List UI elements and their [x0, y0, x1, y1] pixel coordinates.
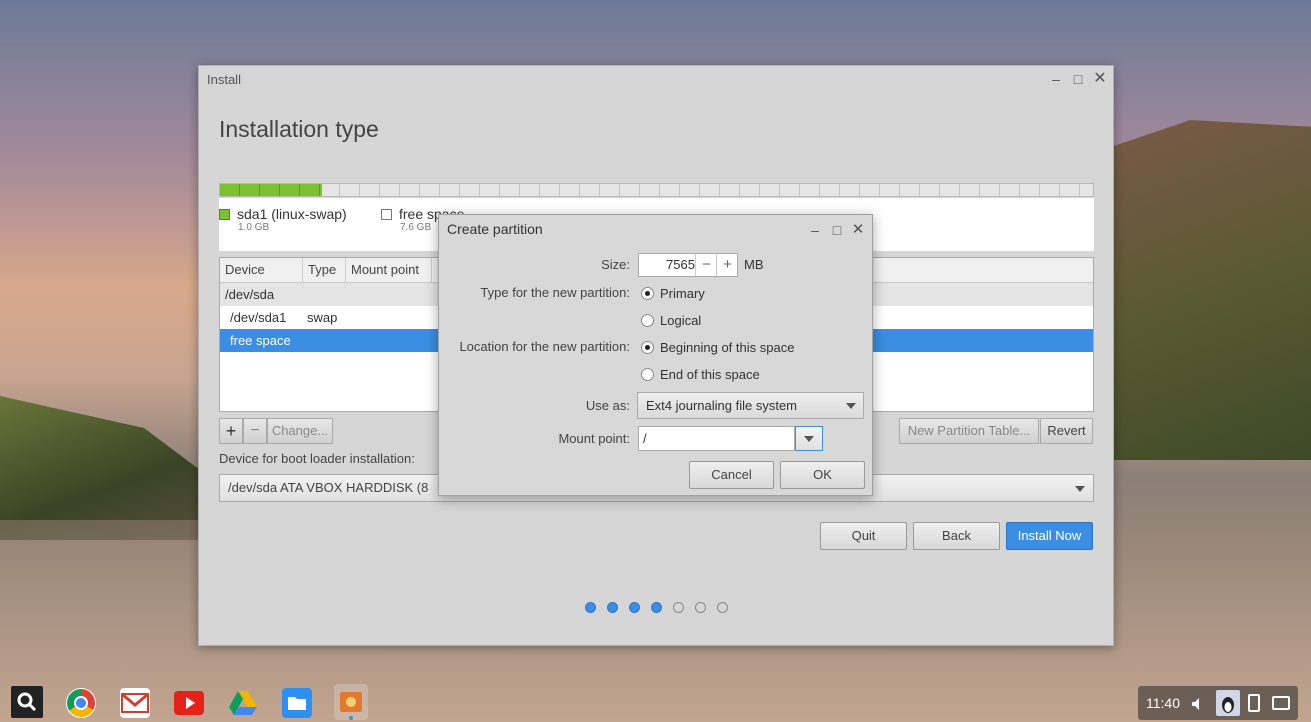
install-now-button[interactable]: Install Now [1006, 522, 1093, 550]
chevron-down-icon [1075, 486, 1085, 492]
chevron-down-icon [804, 436, 814, 442]
progress-dot [607, 602, 618, 613]
end-radio-label[interactable]: End of this space [660, 367, 760, 382]
revert-button[interactable]: Revert [1040, 418, 1093, 444]
location-label: Location for the new partition: [459, 339, 630, 354]
page-title: Installation type [219, 116, 379, 142]
end-radio[interactable] [641, 368, 654, 381]
progress-dot [695, 602, 706, 613]
dialog-title: Create partition [447, 221, 543, 237]
drive-icon[interactable] [228, 688, 258, 718]
back-button[interactable]: Back [913, 522, 1000, 550]
partition-bar [219, 183, 1094, 197]
type-label: Type for the new partition: [480, 285, 630, 300]
primary-radio-label[interactable]: Primary [660, 286, 705, 301]
taskbar [0, 682, 1311, 722]
minimize-icon[interactable]: – [1049, 72, 1063, 86]
gmail-icon[interactable] [120, 688, 150, 718]
progress-dot [629, 602, 640, 613]
legend-swap-size: 1.0 GB [238, 222, 270, 233]
swap-swatch [219, 209, 230, 220]
installer-icon[interactable] [334, 684, 368, 720]
battery-icon[interactable] [1248, 694, 1260, 712]
remove-partition-button[interactable]: − [243, 418, 267, 444]
partition-bar-swap [220, 184, 322, 196]
legend-swap: sda1 (linux-swap) [219, 206, 347, 222]
maximize-icon[interactable]: □ [830, 223, 844, 237]
progress-dot [673, 602, 684, 613]
window-title: Install [207, 72, 241, 87]
col-type[interactable]: Type [303, 258, 346, 282]
new-partition-table-button[interactable]: New Partition Table... [899, 418, 1039, 444]
add-partition-button[interactable]: + [219, 418, 243, 444]
create-partition-dialog: Create partition – □ ✕ Size: 7565 − + MB… [438, 214, 873, 496]
logical-radio[interactable] [641, 314, 654, 327]
increment-button[interactable]: + [716, 254, 738, 276]
use-as-label: Use as: [585, 398, 630, 413]
decrement-button[interactable]: − [695, 254, 717, 276]
legend-free-size: 7.6 GB [400, 222, 432, 233]
close-icon[interactable]: ✕ [1093, 71, 1107, 87]
mount-point-dropdown-button[interactable] [795, 426, 823, 451]
bootloader-label: Device for boot loader installation: [219, 451, 415, 466]
size-unit: MB [744, 257, 764, 272]
chrome-icon[interactable] [66, 688, 96, 718]
size-spinner[interactable]: 7565 − + [638, 253, 738, 277]
size-input[interactable]: 7565 [639, 254, 695, 276]
youtube-icon[interactable] [174, 691, 204, 715]
progress-dot [651, 602, 662, 613]
col-mount-point[interactable]: Mount point [346, 258, 432, 282]
logical-radio-label[interactable]: Logical [660, 313, 701, 328]
wallpaper-cliff-right [1110, 120, 1311, 460]
volume-icon[interactable] [1190, 696, 1206, 712]
mount-point-label: Mount point: [558, 431, 630, 446]
files-icon[interactable] [282, 688, 312, 718]
minimize-icon[interactable]: – [808, 223, 822, 237]
change-partition-button[interactable]: Change... [267, 418, 333, 444]
network-icon[interactable] [1272, 696, 1290, 710]
system-tray[interactable]: 11:40 [1138, 686, 1298, 720]
mount-point-input[interactable]: / [638, 426, 795, 451]
quit-button[interactable]: Quit [820, 522, 907, 550]
free-swatch [381, 209, 392, 220]
ok-button[interactable]: OK [780, 461, 865, 489]
cancel-button[interactable]: Cancel [689, 461, 774, 489]
primary-radio[interactable] [641, 287, 654, 300]
size-label: Size: [601, 257, 630, 272]
user-avatar-icon[interactable] [1216, 690, 1240, 716]
col-device[interactable]: Device [220, 258, 303, 282]
progress-dot [717, 602, 728, 613]
maximize-icon[interactable]: □ [1071, 72, 1085, 86]
use-as-select[interactable]: Ext4 journaling file system [637, 392, 864, 419]
close-icon[interactable]: ✕ [851, 222, 865, 237]
beginning-radio[interactable] [641, 341, 654, 354]
beginning-radio-label[interactable]: Beginning of this space [660, 340, 794, 355]
search-icon[interactable] [11, 686, 43, 718]
progress-dot [585, 602, 596, 613]
chevron-down-icon [846, 403, 856, 409]
clock[interactable]: 11:40 [1146, 695, 1180, 711]
